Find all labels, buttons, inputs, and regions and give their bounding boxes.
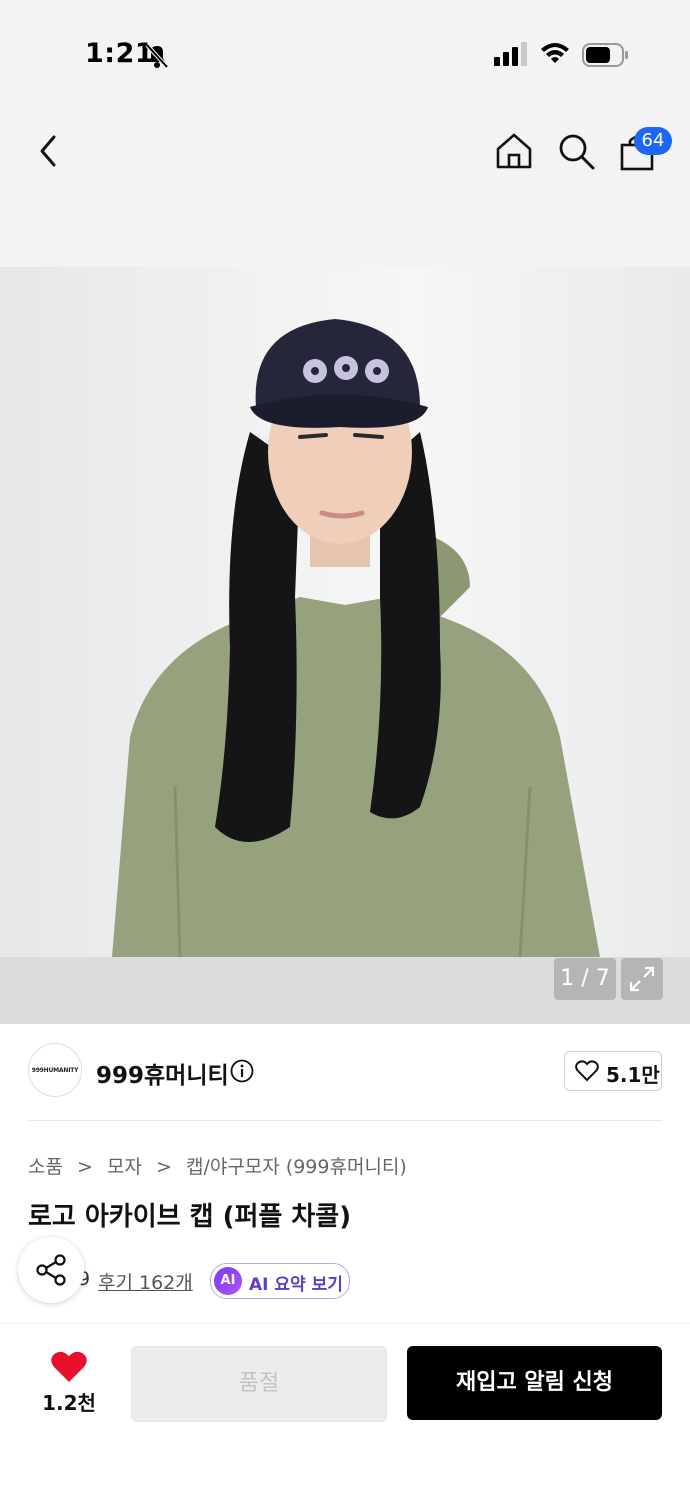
- breadcrumb-separator: >: [77, 1156, 93, 1178]
- home-icon[interactable]: [494, 131, 534, 171]
- ai-summary-button[interactable]: AI AI 요약 보기: [210, 1263, 350, 1299]
- brand-row: 999HUMANITY 999휴머니티 5.1만: [28, 1043, 662, 1099]
- top-nav-bar: [0, 105, 690, 267]
- divider: [28, 1120, 662, 1121]
- breadcrumb-item[interactable]: 모자: [107, 1152, 142, 1179]
- breadcrumb-separator: >: [156, 1156, 172, 1178]
- breadcrumb-item[interactable]: 소품: [28, 1152, 63, 1179]
- ai-summary-label: AI 요약 보기: [249, 1275, 343, 1295]
- product-image[interactable]: [0, 267, 690, 1024]
- back-arrow-icon[interactable]: [30, 133, 66, 169]
- search-icon[interactable]: [556, 131, 596, 171]
- expand-icon[interactable]: [621, 958, 663, 1000]
- cellular-signal-icon: [494, 42, 528, 70]
- share-button[interactable]: [18, 1237, 84, 1303]
- soldout-button: 품절: [131, 1346, 387, 1422]
- wish-count: 1.2천: [42, 1391, 96, 1415]
- silent-bell-icon: [145, 42, 169, 74]
- wifi-icon: [540, 41, 570, 69]
- cart-count-badge: 64: [634, 127, 672, 155]
- review-count-link[interactable]: 후기 162개: [98, 1268, 193, 1295]
- brand-logo[interactable]: 999HUMANITY: [28, 1043, 82, 1097]
- brand-like-button[interactable]: 5.1만: [564, 1051, 662, 1091]
- heart-outline-icon: [575, 1060, 599, 1086]
- battery-icon: [582, 42, 630, 72]
- restock-alert-button[interactable]: 재입고 알림 신청: [407, 1346, 662, 1420]
- image-counter: 1 / 7: [554, 958, 616, 1000]
- breadcrumb-item[interactable]: 캡/야구모자 (999휴머니티): [186, 1152, 407, 1179]
- status-bar: 1:21: [0, 0, 690, 105]
- status-time: 1:21: [85, 38, 155, 69]
- brand-name[interactable]: 999휴머니티: [96, 1056, 229, 1090]
- info-icon[interactable]: [230, 1059, 254, 1087]
- brand-like-count: 5.1만: [606, 1063, 660, 1087]
- heart-filled-icon[interactable]: [50, 1350, 88, 1388]
- bottom-action-bar: 1.2천 품절 재입고 알림 신청: [0, 1323, 690, 1501]
- share-icon: [34, 1253, 68, 1291]
- ai-badge-icon: AI: [214, 1267, 242, 1295]
- breadcrumb: 소품 > 모자 > 캡/야구모자 (999휴머니티): [28, 1152, 407, 1179]
- product-title: 로고 아카이브 캡 (퍼플 차콜): [28, 1202, 352, 1232]
- model-illustration: [112, 319, 600, 958]
